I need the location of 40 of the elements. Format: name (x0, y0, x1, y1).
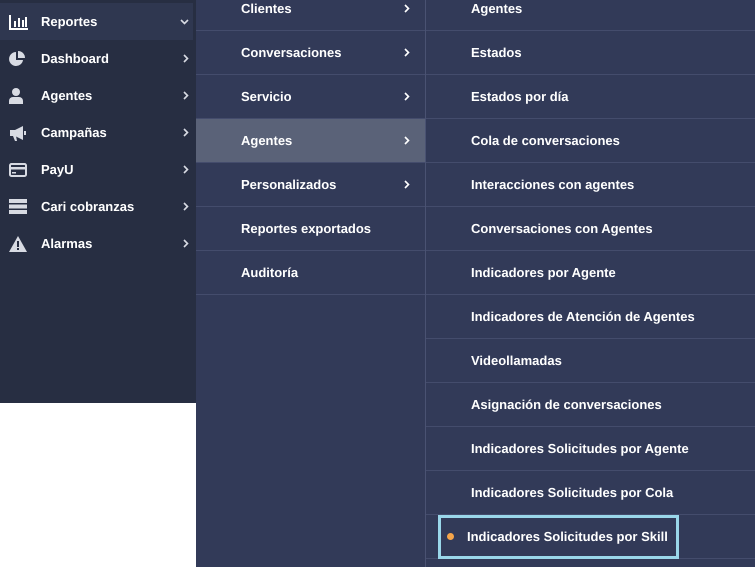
submenu-item[interactable]: Agentes (196, 119, 425, 163)
report-item[interactable]: Indicadores Solicitudes por Skill (438, 514, 679, 558)
report-item[interactable]: Indicadores por Agente (438, 262, 616, 282)
report-item[interactable]: Agentes (438, 0, 522, 18)
report-item[interactable]: Conversaciones con Agentes (438, 218, 653, 238)
credit-card-icon (9, 162, 27, 176)
sidebar-item[interactable]: PayU (0, 151, 193, 188)
submenu-item[interactable]: Clientes (196, 0, 425, 31)
submenu-item[interactable]: Conversaciones (196, 31, 425, 75)
submenu-item[interactable]: Auditoría (196, 251, 425, 295)
server-icon (9, 199, 27, 214)
sidebar-item[interactable]: Campañas (0, 114, 193, 151)
user-icon (9, 88, 23, 104)
report-item[interactable]: Estados por día (438, 86, 569, 106)
chevron-right-icon (183, 239, 189, 248)
chevron-right-icon (183, 91, 189, 100)
chevron-right-icon (183, 128, 189, 137)
report-item[interactable]: Asignación de conversaciones (438, 394, 662, 414)
sidebar-item[interactable]: Alarmas (0, 225, 193, 262)
report-item[interactable]: Interacciones con agentes (438, 174, 634, 194)
megaphone-icon (9, 124, 28, 140)
chevron-right-icon (183, 54, 189, 63)
report-item[interactable]: Indicadores Solicitudes por Cola (438, 482, 674, 502)
report-item[interactable]: Estados (438, 42, 522, 62)
sidebar-item[interactable]: Reportes (0, 3, 193, 40)
bar-chart-icon (9, 14, 29, 30)
report-item[interactable]: Cola de conversaciones (438, 130, 620, 150)
sidebar-item[interactable]: Dashboard (0, 40, 193, 77)
warning-icon (9, 236, 27, 252)
report-item[interactable]: Videollamadas (438, 350, 562, 370)
chevron-right-icon (183, 165, 189, 174)
report-item[interactable]: Indicadores de Atención de Agentes (438, 306, 695, 326)
report-item[interactable]: Indicadores Solicitudes por Agente (438, 438, 689, 458)
sidebar-item[interactable]: Cari cobranzas (0, 188, 193, 225)
pie-chart-icon (9, 50, 26, 66)
chevron-right-icon (183, 202, 189, 211)
submenu-item[interactable]: Reportes exportados (196, 207, 425, 251)
sidebar-item[interactable]: Agentes (0, 77, 193, 114)
submenu-item[interactable]: Personalizados (196, 163, 425, 207)
chevron-down-icon (180, 18, 189, 24)
